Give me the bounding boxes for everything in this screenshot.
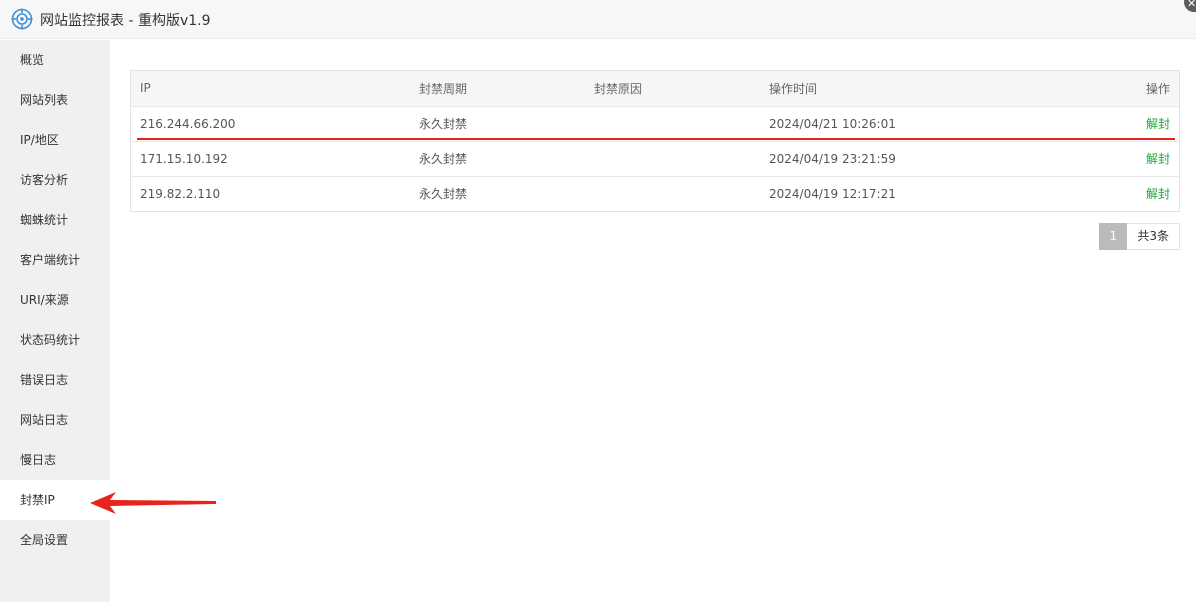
cell-period: 永久封禁 [419,187,468,202]
table-row: 219.82.2.110 永久封禁 2024/04/19 12:17:21 解封 [131,176,1179,211]
unban-link[interactable]: 解封 [1146,187,1170,201]
cell-time: 2024/04/21 10:26:01 [769,116,896,131]
annotation-underline [137,138,1175,140]
cell-ip: 171.15.10.192 [140,151,228,166]
annotation-arrow-icon [90,492,216,514]
sidebar-item-overview[interactable]: 概览 [0,40,110,80]
title-bar: 网站监控报表 - 重构版v1.9 ✕ [0,0,1196,39]
unban-link[interactable]: 解封 [1146,152,1170,166]
sidebar-nav: 概览 网站列表 IP/地区 访客分析 蜘蛛统计 客户端统计 URI/来源 状态码… [0,40,110,602]
cell-ip: 219.82.2.110 [140,186,221,201]
column-header-reason: 封禁原因 [594,81,643,96]
sidebar-item-ip-region[interactable]: IP/地区 [0,120,110,160]
sidebar-item-site-list[interactable]: 网站列表 [0,80,110,120]
cell-reason [585,176,760,211]
sidebar-item-error-log[interactable]: 错误日志 [0,360,110,400]
total-count: 共3条 [1127,223,1180,250]
cell-period: 永久封禁 [419,152,468,166]
sidebar-item-uri-source[interactable]: URI/来源 [0,280,110,320]
unban-link[interactable]: 解封 [1146,117,1170,131]
column-header-time: 操作时间 [769,81,818,96]
close-button[interactable]: ✕ [1184,0,1196,12]
sidebar-item-slow-log[interactable]: 慢日志 [0,440,110,480]
monitor-target-icon [11,8,33,30]
cell-reason [585,106,760,141]
column-header-period: 封禁周期 [419,81,468,96]
window-title: 网站监控报表 - 重构版v1.9 [40,13,211,29]
cell-action: 解封 [1060,141,1179,176]
sidebar-item-site-log[interactable]: 网站日志 [0,400,110,440]
sidebar-item-spider-stats[interactable]: 蜘蛛统计 [0,200,110,240]
page-number-current[interactable]: 1 [1099,223,1128,250]
app-window: 网站监控报表 - 重构版v1.9 ✕ 概览 网站列表 IP/地区 访客分析 蜘蛛… [0,0,1196,602]
column-header-ip: IP [140,81,151,96]
cell-time: 2024/04/19 23:21:59 [769,151,896,166]
table-row: 171.15.10.192 永久封禁 2024/04/19 23:21:59 解… [131,141,1179,176]
cell-ip: 216.244.66.200 [140,116,236,131]
cell-period: 永久封禁 [419,117,468,131]
banned-ip-table: IP 封禁周期 封禁原因 操作时间 操作 216.244.66.200 永久封禁… [130,70,1180,212]
sidebar-item-client-stats[interactable]: 客户端统计 [0,240,110,280]
cell-action: 解封 [1060,106,1179,141]
table-header-row: IP 封禁周期 封禁原因 操作时间 操作 [131,71,1179,106]
pagination: 1 共3条 [1099,223,1180,250]
cell-time: 2024/04/19 12:17:21 [769,186,896,201]
cell-action: 解封 [1060,176,1179,211]
sidebar-item-global-settings[interactable]: 全局设置 [0,520,110,560]
sidebar-item-status-code-stats[interactable]: 状态码统计 [0,320,110,360]
close-icon: ✕ [1187,0,1196,10]
cell-reason [585,141,760,176]
column-header-action: 操作 [1145,81,1170,96]
sidebar-item-visitor-analysis[interactable]: 访客分析 [0,160,110,200]
table-row: 216.244.66.200 永久封禁 2024/04/21 10:26:01 … [131,106,1179,141]
main-content: IP 封禁周期 封禁原因 操作时间 操作 216.244.66.200 永久封禁… [110,40,1196,602]
